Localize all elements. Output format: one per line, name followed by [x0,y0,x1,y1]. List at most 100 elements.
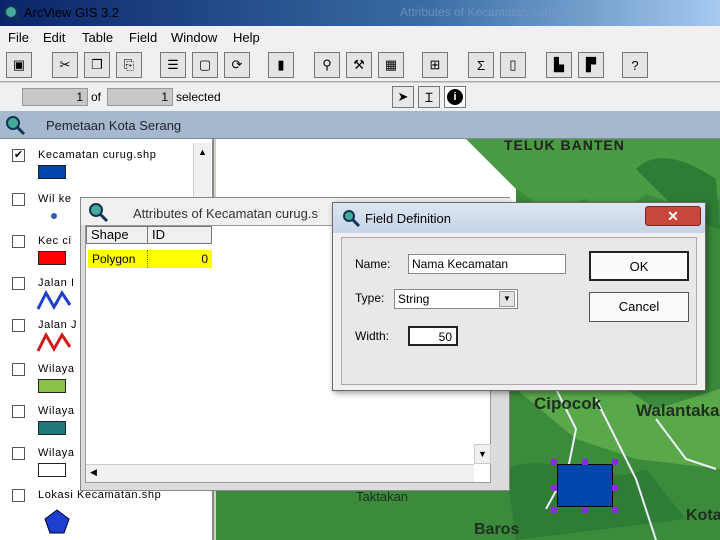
view-title: Pemetaan Kota Serang [46,118,182,133]
view-titlebar: Pemetaan Kota Serang [0,111,720,139]
name-field[interactable]: Nama Kecamatan [408,254,566,274]
horizontal-scrollbar[interactable]: ◀ [86,464,474,482]
menu-table[interactable]: Table [82,30,113,45]
menu-file[interactable]: File [8,30,29,45]
layer-name: Kecamatan curug.shp [38,149,157,161]
pointer-tool-icon[interactable]: ➤ [392,86,414,108]
sort-descending-icon[interactable]: ▛ [578,52,604,78]
map-label-cipocok: Cipocok [534,394,602,413]
paste-icon[interactable]: ⎘ [116,52,142,78]
layer-symbol-green [38,379,66,393]
selection-handle[interactable] [551,459,557,465]
calculate-icon[interactable]: ▦ [378,52,404,78]
selected-polygon[interactable] [557,464,613,507]
layer-checkbox[interactable] [12,363,25,376]
sum-icon[interactable]: Σ [468,52,494,78]
chart-icon[interactable]: ▮ [268,52,294,78]
arcview-logo-icon [4,5,22,23]
menu-window[interactable]: Window [171,30,217,45]
layer-checkbox[interactable]: ✔ [12,149,25,162]
table-window-icon [89,203,109,223]
toolbar: ▣ ✂ ❐ ⎘ ☰ ▢ ⟳ ▮ ⚲ ⚒ ▦ ⊞ Σ ▯ ▙ ▛ ? [0,48,720,82]
layer-checkbox[interactable] [12,447,25,460]
width-label: Width: [355,329,390,343]
sort-ascending-icon[interactable]: ▙ [546,52,572,78]
layer-name: Wilaya [38,447,75,459]
background-window-title: Attributes of Kecamatan curug.shp [400,5,585,19]
layer-checkbox[interactable] [12,489,25,502]
layer-symbol-blue-line [36,289,72,311]
layer-symbol-red [38,251,66,265]
layer-name: Kec ci [38,235,72,247]
layer-checkbox[interactable] [12,319,25,332]
selection-handle[interactable] [612,507,618,513]
type-select-value: String [398,292,430,306]
select-none-icon[interactable]: ▢ [192,52,218,78]
dialog-title: Field Definition [365,211,451,226]
layer-symbol-teal [38,421,66,435]
dialog-titlebar[interactable]: Field Definition ✕ [333,203,705,233]
type-label: Type: [355,291,385,305]
menu-help[interactable]: Help [233,30,260,45]
selection-handle[interactable] [551,485,557,491]
record-count-field: 1 [22,88,88,106]
layer-symbol-white [38,463,66,477]
map-label-taktakan: Taktakan [356,489,409,504]
selection-handle[interactable] [612,485,618,491]
selected-count-field: 1 [107,88,173,106]
query-icon[interactable]: ⚒ [346,52,372,78]
menu-bar: File Edit Table Field Window Help [0,26,720,48]
layer-checkbox[interactable] [12,277,25,290]
layer-name: Wilaya [38,363,75,375]
table-cell-shape[interactable]: Polygon [88,250,148,268]
app-titlebar: ArcView GIS 3.2 Attributes of Kecamatan … [0,0,720,26]
edit-tool-icon[interactable]: Ɪ [418,86,440,108]
attributes-title: Attributes of Kecamatan curug.s [133,206,318,221]
map-label-walantaka: Walantaka [636,401,720,420]
chevron-down-icon[interactable]: ▼ [499,291,515,307]
column-header-shape[interactable]: Shape [86,226,148,244]
layer-name: Wilaya [38,405,75,417]
selection-status-bar: 1 of 1 selected ➤ Ɪ i [0,83,720,111]
type-select[interactable]: String ▼ [394,289,518,309]
selection-handle[interactable] [551,507,557,513]
find-icon[interactable]: ⚲ [314,52,340,78]
selection-handle[interactable] [582,459,588,465]
view-icon [6,116,26,136]
selection-handle[interactable] [612,459,618,465]
summarize-icon[interactable]: ▯ [500,52,526,78]
layer-name: Jalan J [38,319,78,331]
close-button[interactable]: ✕ [645,206,701,226]
selection-handle[interactable] [582,507,588,513]
app-title: ArcView GIS 3.2 [24,5,120,20]
layer-checkbox[interactable] [12,405,25,418]
layer-symbol-pentagon [44,509,70,534]
selected-label: selected [176,90,221,104]
layer-symbol-blue [38,165,66,179]
copy-icon[interactable]: ❐ [84,52,110,78]
layer-checkbox[interactable] [12,235,25,248]
name-label: Name: [355,257,391,271]
field-definition-dialog: Field Definition ✕ Name: Nama Kecamatan … [332,202,706,391]
save-icon[interactable]: ▣ [6,52,32,78]
layer-checkbox[interactable] [12,193,25,206]
table-cell-id[interactable]: 0 [148,250,212,268]
help-pointer-icon[interactable]: ? [622,52,648,78]
map-label-baros: Baros [474,521,520,538]
sort-icon[interactable]: ⊞ [422,52,448,78]
menu-edit[interactable]: Edit [43,30,65,45]
column-header-id[interactable]: ID [148,226,212,244]
of-label: of [91,90,102,104]
menu-field[interactable]: Field [129,30,157,45]
cancel-button[interactable]: Cancel [589,292,689,322]
switch-selection-icon[interactable]: ⟳ [224,52,250,78]
layer-name: Jalan I [38,277,75,289]
scroll-down-arrow[interactable]: ▼ [474,444,491,464]
identify-tool-icon[interactable]: i [444,86,466,108]
width-field[interactable]: 50 [408,326,458,346]
dialog-body: Name: Nama Kecamatan Type: String ▼ Width… [341,237,697,385]
cut-icon[interactable]: ✂ [52,52,78,78]
dialog-app-icon [343,210,361,228]
ok-button[interactable]: OK [589,251,689,281]
select-all-icon[interactable]: ☰ [160,52,186,78]
